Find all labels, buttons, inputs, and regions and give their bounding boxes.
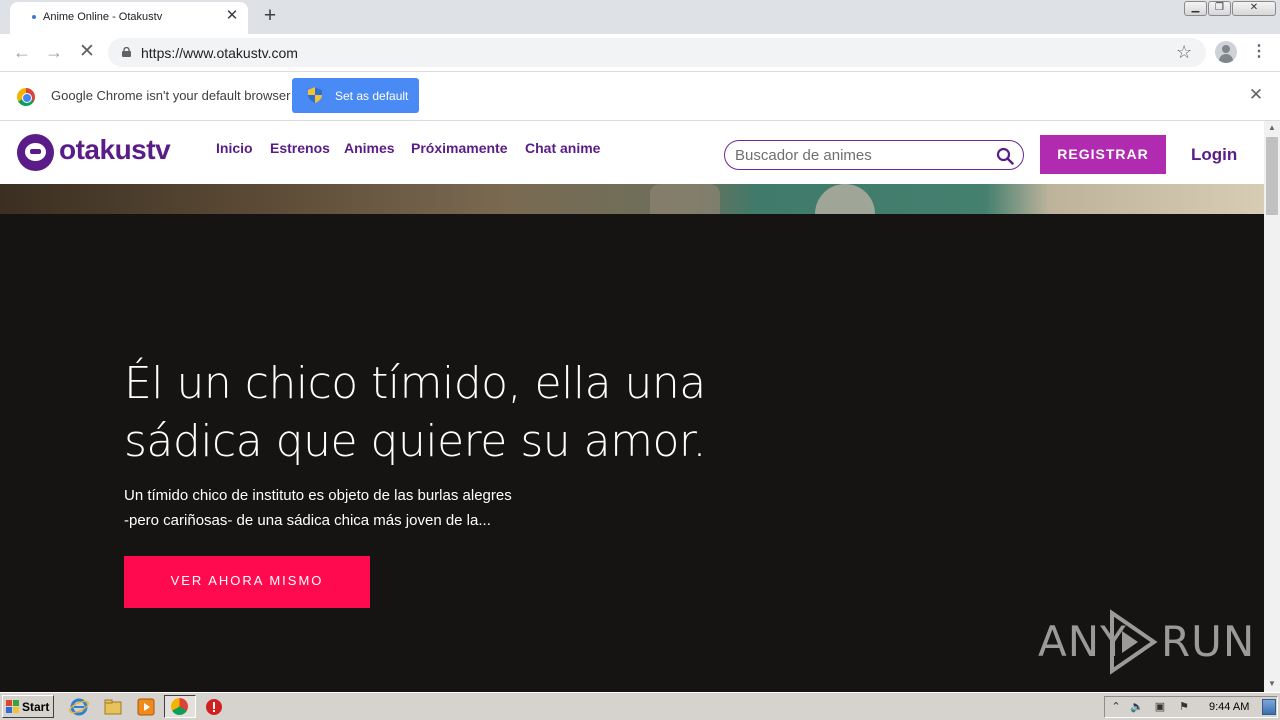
window-minimize-button[interactable]: ▁	[1184, 1, 1207, 16]
browser-tab[interactable]: Anime Online - Otakustv ✕	[10, 2, 248, 34]
windows-flag-icon	[6, 700, 19, 713]
scrollbar-thumb[interactable]	[1266, 137, 1278, 215]
system-tray: ⌃ 🔈 ▣ ⚑ 9:44 AM	[1104, 696, 1278, 718]
nav-link-estrenos[interactable]: Estrenos	[270, 140, 330, 156]
nav-link-animes[interactable]: Animes	[344, 140, 395, 156]
url-text[interactable]: https://www.otakustv.com	[141, 45, 298, 61]
set-as-default-label: Set as default	[335, 89, 409, 103]
lock-icon	[122, 47, 131, 57]
hero-title: Él un chico tímido, ella una sádica que …	[124, 355, 764, 471]
nav-link-proximamente[interactable]: Próximamente	[411, 140, 507, 156]
hero-description-line-2: -pero cariñosas- de una sádica chica más…	[124, 512, 491, 529]
uac-shield-icon	[308, 87, 322, 103]
register-button[interactable]: REGISTRAR	[1040, 135, 1166, 174]
network-icon[interactable]: ▣	[1153, 700, 1167, 714]
anyrun-watermark: ANY RUN	[1038, 609, 1254, 679]
start-label: Start	[22, 700, 50, 714]
tray-expand-icon[interactable]: ⌃	[1109, 700, 1123, 714]
show-desktop-icon[interactable]	[1262, 699, 1276, 715]
media-player-icon[interactable]	[136, 697, 156, 717]
chrome-taskbar-button[interactable]	[164, 695, 196, 718]
chrome-logo-icon	[17, 88, 35, 106]
hero-title-line-2: sádica que quiere su amor.	[124, 416, 706, 467]
hero-banner-image	[0, 184, 1264, 214]
new-tab-plus-icon[interactable]: +	[259, 5, 281, 27]
chrome-taskbar-icon	[171, 698, 188, 715]
loading-favicon-icon	[32, 15, 36, 19]
stop-loading-icon[interactable]: ✕	[76, 41, 98, 63]
forward-arrow-icon[interactable]: →	[43, 41, 65, 63]
address-bar[interactable]: https://www.otakustv.com ☆	[108, 38, 1206, 67]
hero-title-line-1: Él un chico tímido, ella una	[124, 358, 706, 409]
back-arrow-icon[interactable]: ←	[11, 41, 33, 63]
page-scrollbar[interactable]: ▲ ▼	[1264, 121, 1280, 692]
nav-link-inicio[interactable]: Inicio	[216, 140, 253, 156]
login-link[interactable]: Login	[1191, 145, 1237, 165]
tab-title: Anime Online - Otakustv	[43, 11, 163, 23]
opera-stop-icon[interactable]	[204, 697, 224, 717]
browser-tabstrip: Anime Online - Otakustv ✕ + ▁ ❐ ✕	[0, 0, 1280, 34]
default-browser-infobar: Google Chrome isn't your default browser…	[0, 71, 1280, 121]
action-center-flag-icon[interactable]: ⚑	[1177, 700, 1191, 714]
watch-now-button[interactable]: VER AHORA MISMO	[124, 556, 370, 608]
anime-search-box	[724, 140, 1024, 170]
internet-explorer-icon[interactable]	[69, 697, 89, 717]
play-triangle-icon	[1110, 609, 1158, 675]
browser-toolbar: ← → ✕ https://www.otakustv.com ☆ ⋮	[0, 34, 1280, 71]
search-icon[interactable]	[996, 147, 1014, 165]
start-button[interactable]: Start	[2, 695, 54, 718]
windows-taskbar: Start ⌃ 🔈 ▣ ⚑ 9:44 AM	[0, 692, 1280, 720]
clock[interactable]: 9:44 AM	[1209, 701, 1249, 713]
scroll-down-arrow-icon[interactable]: ▼	[1264, 677, 1280, 691]
profile-avatar-icon[interactable]	[1215, 41, 1237, 63]
anime-search-input[interactable]	[735, 145, 990, 165]
nav-link-chat-anime[interactable]: Chat anime	[525, 140, 600, 156]
tab-close-icon[interactable]: ✕	[224, 8, 240, 24]
set-as-default-button[interactable]: Set as default	[292, 78, 419, 113]
watermark-text-right: RUN	[1161, 617, 1256, 666]
infobar-close-icon[interactable]: ✕	[1247, 86, 1265, 104]
window-restore-button[interactable]: ❐	[1208, 1, 1231, 16]
web-viewport: otakustv Inicio Estrenos Animes Próximam…	[0, 121, 1280, 692]
kebab-menu-icon[interactable]: ⋮	[1251, 42, 1267, 62]
otakustv-logo-icon[interactable]	[17, 134, 54, 171]
hero-description-line-1: Un tímido chico de instituto es objeto d…	[124, 487, 512, 504]
window-close-button[interactable]: ✕	[1232, 1, 1276, 16]
volume-icon[interactable]: 🔈	[1130, 700, 1144, 714]
file-explorer-icon[interactable]	[103, 697, 123, 717]
hero-description: Un tímido chico de instituto es objeto d…	[124, 483, 604, 533]
site-header: otakustv Inicio Estrenos Animes Próximam…	[0, 121, 1264, 184]
scroll-up-arrow-icon[interactable]: ▲	[1264, 121, 1280, 135]
bookmark-star-icon[interactable]: ☆	[1176, 42, 1192, 62]
infobar-message: Google Chrome isn't your default browser	[51, 88, 291, 103]
site-logo-text[interactable]: otakustv	[59, 134, 171, 166]
